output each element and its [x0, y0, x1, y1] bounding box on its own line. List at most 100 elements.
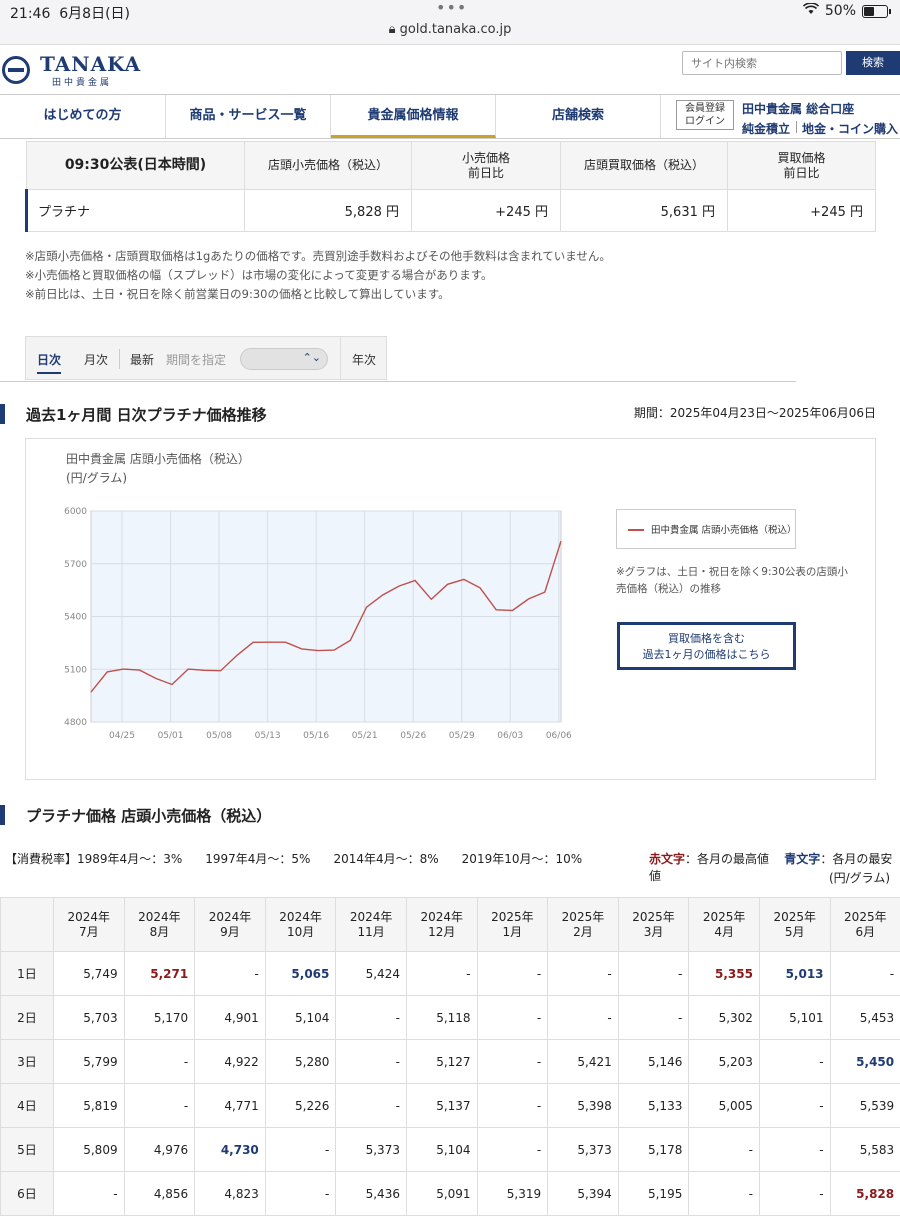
legend-label: 田中貴金属 店頭小売価格（税込） — [651, 522, 795, 536]
bullion-link[interactable]: 地金・コイン購入 — [802, 120, 898, 137]
price-cell: 5,373 — [548, 1128, 619, 1172]
x-tick-label: 06/03 — [497, 731, 523, 741]
price-cell: 5,809 — [54, 1128, 125, 1172]
price-cell: 4,856 — [124, 1172, 195, 1216]
tab-yearly[interactable]: 年次 — [352, 351, 376, 368]
savings-link[interactable]: 純金積立 — [742, 120, 790, 137]
month-header: 2025年6月 — [830, 898, 900, 952]
price-retail-diff: +245 円 — [412, 190, 561, 232]
chart-section-heading: 過去1ヶ月間 日次プラチナ価格推移 — [0, 404, 267, 425]
table-row: 6日-4,8564,823-5,4365,0915,3195,3945,195-… — [1, 1172, 900, 1216]
price-cell: 5,819 — [54, 1084, 125, 1128]
chart-legend: 田中貴金属 店頭小売価格（税込） — [616, 509, 796, 549]
table-unit: (円/グラム) — [829, 869, 890, 886]
url-bar[interactable]: 🔒︎ gold.tanaka.co.jp — [0, 22, 900, 37]
nav-item-prices[interactable]: 貴金属価格情報 — [331, 95, 496, 138]
price-cell: 5,226 — [265, 1084, 336, 1128]
logo-text[interactable]: TANAKA — [40, 52, 141, 76]
price-cell: - — [830, 952, 900, 996]
tanaka-logo-icon[interactable] — [2, 56, 30, 84]
tab-divider — [119, 349, 120, 369]
nav-divider — [796, 121, 797, 133]
price-header-time: 09:30公表(日本時間) — [27, 142, 245, 190]
price-cell: - — [124, 1040, 195, 1084]
price-cell: - — [336, 1040, 407, 1084]
price-cell: 5,118 — [406, 996, 477, 1040]
monthly-price-table: 2024年7月2024年8月2024年9月2024年10月2024年11月202… — [0, 897, 900, 1216]
site-search-input[interactable] — [682, 51, 842, 75]
chart-note: ※グラフは、土日・祝日を除く9:30公表の店頭小売価格（税込）の推移 — [616, 564, 856, 598]
table-row: 5日5,8094,9764,730-5,3735,104-5,3735,178-… — [1, 1128, 900, 1172]
price-cell: 5,127 — [406, 1040, 477, 1084]
price-cell: - — [759, 1040, 830, 1084]
period-select[interactable]: ⌃⌄ — [240, 348, 328, 370]
status-time: 21:46 6月8日(日) — [10, 3, 130, 23]
nav-item-products[interactable]: 商品・サービス一覧 — [166, 95, 331, 138]
tax-rate-1: 1989年4月〜：3% — [77, 852, 182, 866]
price-cell: - — [477, 1128, 548, 1172]
nav-item-beginners[interactable]: はじめての方 — [0, 95, 166, 138]
buy-price-history-button[interactable]: 買取価格を含む過去1ヶ月の価格はこちら — [617, 622, 796, 670]
price-cell: - — [759, 1172, 830, 1216]
price-retail-value: 5,828 円 — [245, 190, 412, 232]
price-cell: - — [477, 996, 548, 1040]
nav-item-stores[interactable]: 店舗検索 — [496, 95, 661, 138]
tax-rates: 【消費税率】1989年4月〜：3%1997年4月〜：5%2014年4月〜：8%2… — [5, 850, 605, 867]
price-cell: 5,828 — [830, 1172, 900, 1216]
more-dots-icon[interactable]: ••• — [436, 0, 467, 17]
price-cell: - — [477, 1040, 548, 1084]
price-cell: - — [265, 1128, 336, 1172]
x-tick-label: 05/26 — [400, 731, 426, 741]
logo-subtext: 田中貴金属 — [52, 75, 112, 88]
y-tick-label: 5700 — [64, 560, 87, 570]
price-cell: 5,583 — [830, 1128, 900, 1172]
status-bar: 21:46 6月8日(日) ••• 🔒︎ gold.tanaka.co.jp 5… — [0, 0, 900, 45]
price-cell: 5,137 — [406, 1084, 477, 1128]
price-cell: 5,013 — [759, 952, 830, 996]
month-header: 2025年5月 — [759, 898, 830, 952]
chart-y-unit: (円/グラム) — [66, 469, 127, 486]
month-header: 2025年1月 — [477, 898, 548, 952]
tab-latest[interactable]: 最新 — [130, 351, 154, 368]
red-label: 赤文字 — [649, 852, 685, 866]
price-cell: 5,203 — [689, 1040, 760, 1084]
price-cell: 5,436 — [336, 1172, 407, 1216]
tab-monthly[interactable]: 月次 — [84, 351, 108, 368]
price-header-retail-diff: 小売価格 前日比 — [412, 142, 561, 190]
price-cell: - — [477, 952, 548, 996]
x-tick-label: 05/29 — [449, 731, 475, 741]
price-cell: 5,101 — [759, 996, 830, 1040]
price-cell: - — [336, 1084, 407, 1128]
price-buy-diff: +245 円 — [728, 190, 876, 232]
price-cell: 5,450 — [830, 1040, 900, 1084]
chart-period: 期間：2025年04月23日〜2025年06月06日 — [634, 404, 876, 421]
price-cell: - — [759, 1084, 830, 1128]
search-button[interactable]: 検索 — [846, 51, 900, 75]
price-buy-value: 5,631 円 — [561, 190, 728, 232]
price-cell: 5,005 — [689, 1084, 760, 1128]
price-cell: - — [689, 1172, 760, 1216]
login-button[interactable]: 会員登録ログイン — [676, 100, 734, 130]
table-row: 4日5,819-4,7715,226-5,137-5,3985,1335,005… — [1, 1084, 900, 1128]
price-cell: - — [618, 996, 689, 1040]
x-tick-label: 05/08 — [206, 731, 232, 741]
month-header: 2024年8月 — [124, 898, 195, 952]
status-right: 50% — [803, 3, 888, 19]
x-tick-label: 05/16 — [303, 731, 329, 741]
tabs-underline — [0, 381, 796, 382]
price-cell: 5,799 — [54, 1040, 125, 1084]
price-cell: - — [265, 1172, 336, 1216]
x-tick-label: 06/06 — [546, 731, 572, 741]
red-desc: ：各月の最高値 — [685, 852, 769, 866]
price-cell: 5,178 — [618, 1128, 689, 1172]
x-tick-label: 04/25 — [109, 731, 135, 741]
price-cell: 5,104 — [406, 1128, 477, 1172]
price-cell: 5,302 — [689, 996, 760, 1040]
account-link[interactable]: 田中貴金属 総合口座 — [742, 100, 854, 117]
tab-daily[interactable]: 日次 — [37, 351, 61, 374]
price-cell: 5,453 — [830, 996, 900, 1040]
price-header-buy-diff: 買取価格 前日比 — [728, 142, 876, 190]
main-nav: はじめての方 商品・サービス一覧 貴金属価格情報 店舗検索 会員登録ログイン 田… — [0, 94, 900, 139]
x-tick-label: 05/21 — [352, 731, 378, 741]
price-header-retail: 店頭小売価格（税込） — [245, 142, 412, 190]
